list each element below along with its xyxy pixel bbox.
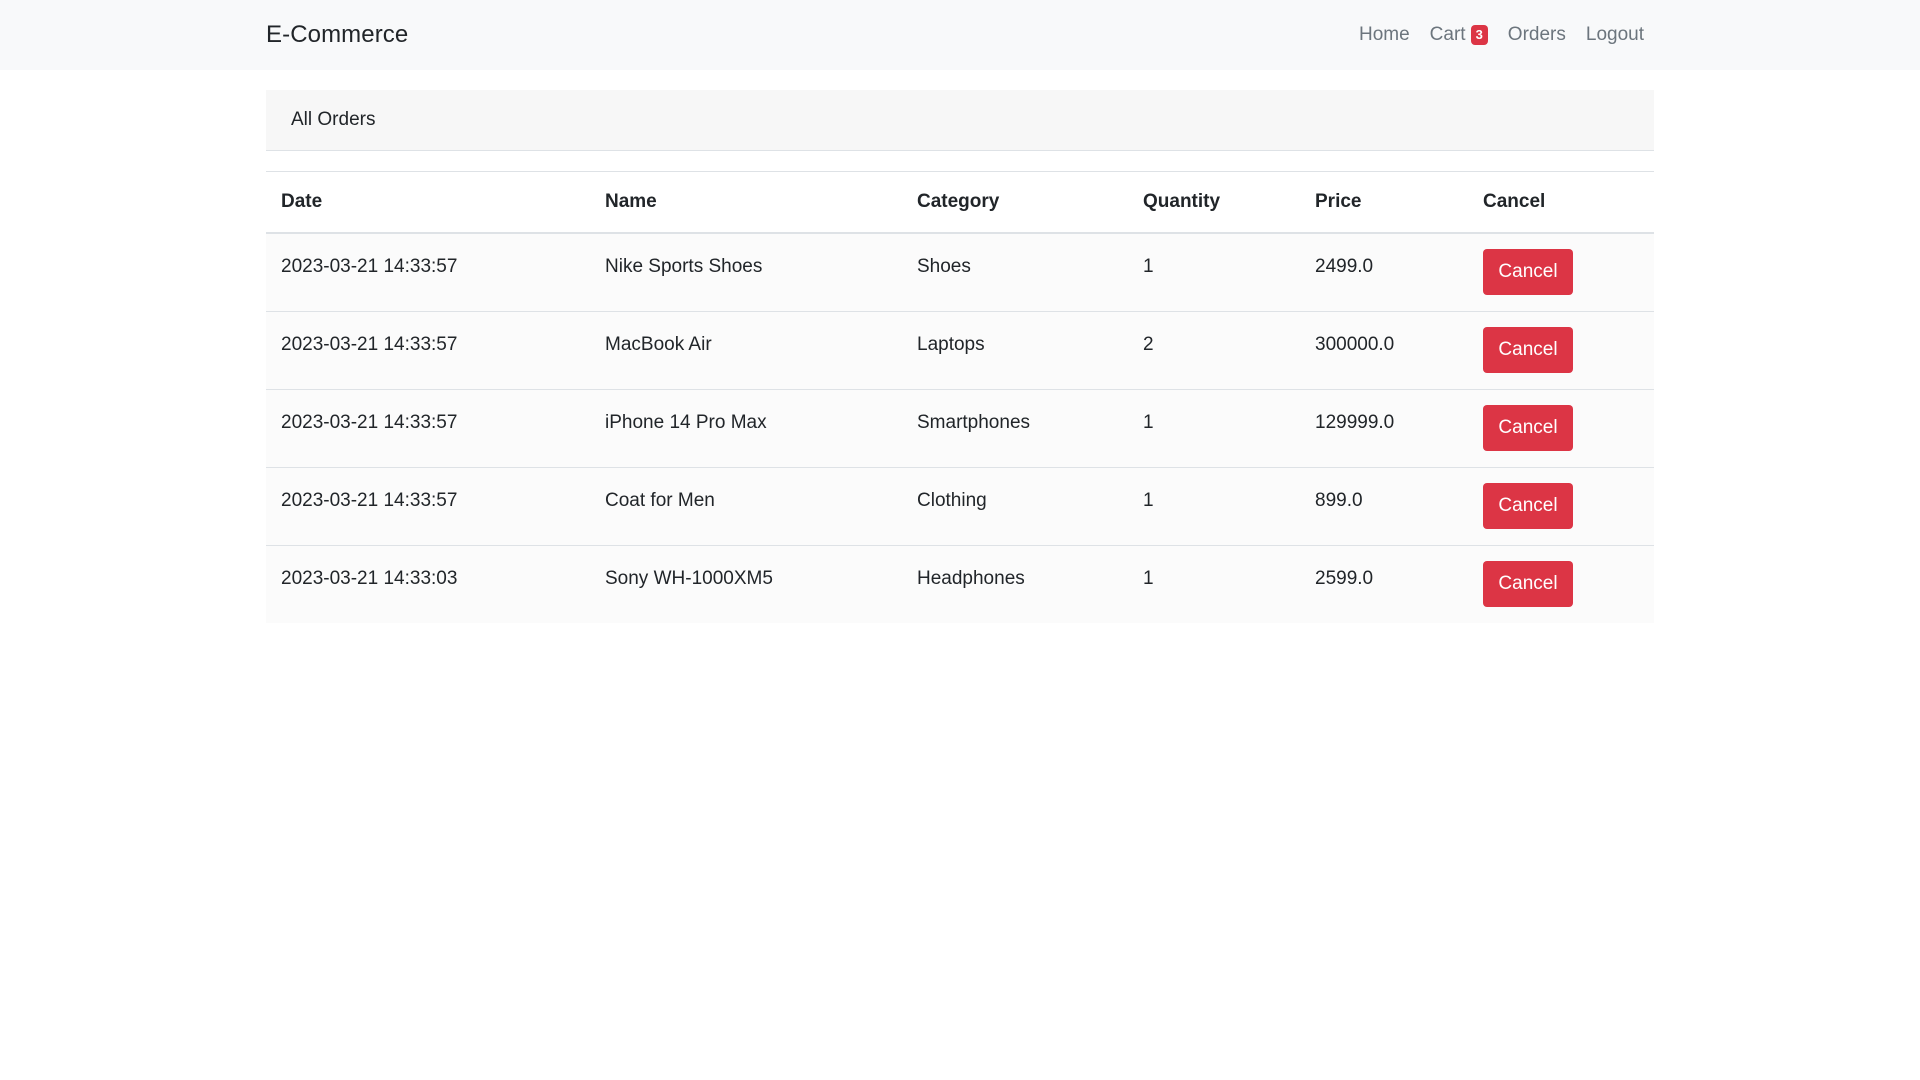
table-row: 2023-03-21 14:33:57 MacBook Air Laptops … xyxy=(266,311,1654,389)
order-name: Coat for Men xyxy=(605,489,715,511)
order-name: Nike Sports Shoes xyxy=(605,256,763,277)
header-cancel: Cancel xyxy=(1468,172,1654,234)
cancel-order-button[interactable]: Cancel xyxy=(1483,326,1573,373)
cancel-order-button[interactable]: Cancel xyxy=(1483,560,1573,607)
order-name: Sony WH-1000XM5 xyxy=(605,567,773,589)
order-price: 899.0 xyxy=(1315,489,1363,511)
order-price: 129999.0 xyxy=(1315,411,1395,433)
nav-cart-link[interactable]: Cart 3 xyxy=(1430,24,1488,46)
order-price: 300000.0 xyxy=(1315,333,1395,355)
cancel-order-button[interactable]: Cancel xyxy=(1483,482,1573,529)
order-quantity: 1 xyxy=(1143,256,1154,277)
header-category: Category xyxy=(902,172,1128,234)
cart-count-badge: 3 xyxy=(1470,25,1488,45)
order-date: 2023-03-21 14:33:57 xyxy=(281,256,458,277)
orders-table: Date Name Category Quantity Price Cancel… xyxy=(266,172,1654,623)
order-action-cell: Cancel xyxy=(1468,545,1654,623)
nav-cart-label: Cart xyxy=(1429,24,1466,45)
orders-table-body: 2023-03-21 14:33:57 Nike Sports Shoes Sh… xyxy=(266,233,1654,623)
order-action-cell: Cancel xyxy=(1468,389,1654,467)
order-category: Laptops xyxy=(917,333,985,355)
nav-links: Home Cart 3 Orders Logout xyxy=(1359,24,1654,46)
header-quantity: Quantity xyxy=(1128,172,1300,234)
order-category: Smartphones xyxy=(917,411,1031,433)
order-price: 2599.0 xyxy=(1315,567,1374,589)
table-row: 2023-03-21 14:33:57 Nike Sports Shoes Sh… xyxy=(266,233,1654,311)
order-quantity: 1 xyxy=(1143,567,1154,589)
order-price: 2499.0 xyxy=(1315,256,1374,277)
nav-logout-link[interactable]: Logout xyxy=(1586,24,1644,46)
card-header: All Orders xyxy=(266,90,1654,151)
header-date: Date xyxy=(266,172,590,234)
order-category: Headphones xyxy=(917,567,1025,589)
brand-link[interactable]: E-Commerce xyxy=(266,21,408,49)
order-date: 2023-03-21 14:33:03 xyxy=(281,567,458,589)
header-price: Price xyxy=(1300,172,1468,234)
table-row: 2023-03-21 14:33:57 Coat for Men Clothin… xyxy=(266,467,1654,545)
order-action-cell: Cancel xyxy=(1468,467,1654,545)
order-category: Shoes xyxy=(917,256,971,277)
header-name: Name xyxy=(590,172,902,234)
order-date: 2023-03-21 14:33:57 xyxy=(281,489,458,511)
cancel-order-button[interactable]: Cancel xyxy=(1483,249,1573,295)
navbar: E-Commerce Home Cart 3 Orders Logout xyxy=(0,0,1920,70)
order-action-cell: Cancel xyxy=(1468,233,1654,311)
orders-table-head: Date Name Category Quantity Price Cancel xyxy=(266,172,1654,234)
order-quantity: 2 xyxy=(1143,333,1154,355)
orders-table-wrapper: Date Name Category Quantity Price Cancel… xyxy=(266,171,1654,623)
header-row: Date Name Category Quantity Price Cancel xyxy=(266,172,1654,234)
table-row: 2023-03-21 14:33:57 iPhone 14 Pro Max Sm… xyxy=(266,389,1654,467)
nav-orders-link[interactable]: Orders xyxy=(1508,24,1566,46)
table-row: 2023-03-21 14:33:03 Sony WH-1000XM5 Head… xyxy=(266,545,1654,623)
navbar-inner: E-Commerce Home Cart 3 Orders Logout xyxy=(266,0,1654,70)
cancel-order-button[interactable]: Cancel xyxy=(1483,404,1573,451)
order-name: iPhone 14 Pro Max xyxy=(605,411,767,433)
order-quantity: 1 xyxy=(1143,411,1154,433)
order-quantity: 1 xyxy=(1143,489,1154,511)
order-date: 2023-03-21 14:33:57 xyxy=(281,333,458,355)
order-action-cell: Cancel xyxy=(1468,311,1654,389)
order-category: Clothing xyxy=(917,489,987,511)
order-name: MacBook Air xyxy=(605,333,712,355)
nav-home-link[interactable]: Home xyxy=(1359,24,1410,46)
order-date: 2023-03-21 14:33:57 xyxy=(281,411,458,433)
orders-container: All Orders Date Name Category Quantity P… xyxy=(266,90,1654,623)
